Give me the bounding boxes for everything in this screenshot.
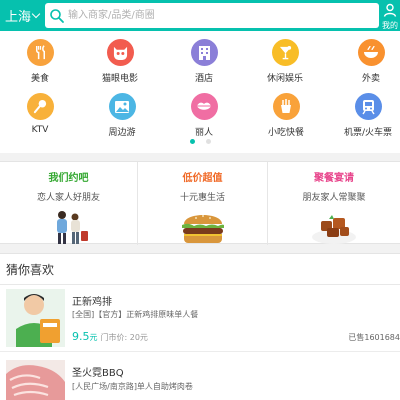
- page-dot-active[interactable]: [189, 139, 195, 144]
- cocktail-icon: [271, 39, 299, 66]
- category-takeout[interactable]: 外卖: [331, 39, 400, 91]
- bbq-meat-photo: [6, 360, 65, 400]
- promo-dating[interactable]: 我们约吧 恋人家人好朋友: [0, 162, 137, 245]
- category-label: 酒店: [194, 74, 213, 84]
- category-food[interactable]: 美食: [0, 39, 80, 91]
- category-label: 外卖: [361, 74, 380, 84]
- page-indicator: [0, 139, 400, 144]
- section-title: 猜你喜欢: [6, 263, 55, 277]
- landscape-icon: [108, 93, 136, 120]
- promo-bargain[interactable]: 低价超值 十元惠生活: [137, 162, 267, 245]
- price-unit: 元: [89, 333, 98, 342]
- mine-label: 我的: [382, 20, 398, 30]
- category-nearby-tour[interactable]: 周边游: [82, 93, 162, 145]
- train-icon: [354, 93, 382, 120]
- category-snack[interactable]: 小吃快餐: [246, 93, 326, 145]
- city-label: 上海: [5, 10, 32, 25]
- deal-description: [人民广场/南京路]单人自助烤肉卷: [72, 382, 193, 391]
- user-icon: [383, 2, 397, 21]
- promo-subtitle: 恋人家人好朋友: [36, 193, 100, 203]
- fork-knife-icon: [26, 39, 54, 66]
- top-bar: 上海 我的: [0, 0, 400, 31]
- deal-item[interactable]: 圣火霓BBQ [人民广场/南京路]单人自助烤肉卷: [0, 352, 400, 400]
- promo-title: 低价超值: [182, 173, 223, 184]
- category-hotel[interactable]: 酒店: [164, 39, 244, 91]
- cat-face-icon: [106, 39, 134, 66]
- promo-subtitle: 朋友家人常聚聚: [302, 193, 366, 203]
- promo-banquet[interactable]: 聚餐宴请 朋友家人常聚聚: [267, 162, 400, 245]
- chevron-down-icon: [31, 9, 41, 19]
- category-grid: 美食 猫眼电影 酒店 休闲娱乐 外卖 KTV 周边游 丽人 小吃快餐 机票/火车…: [0, 31, 400, 153]
- category-leisure[interactable]: 休闲娱乐: [245, 39, 325, 91]
- microphone-icon: [26, 93, 54, 120]
- promo-title: 聚餐宴请: [314, 173, 354, 184]
- deal-item[interactable]: 正新鸡排 [全国]【官方】正新鸡排原味单人餐 9.5元 门市价: 20元 已售16…: [0, 285, 400, 350]
- burger-photo: [178, 209, 228, 245]
- deal-description: [全国]【官方】正新鸡排原味单人餐: [72, 310, 199, 319]
- category-label: 机票/火车票: [343, 128, 393, 138]
- food-bowl-icon: [357, 39, 385, 66]
- promo-strip: 我们约吧 恋人家人好朋友 低价超值 十元惠生活 聚餐宴请 朋友家人常聚聚: [0, 161, 400, 245]
- promo-subtitle: 十元惠生活: [179, 193, 225, 203]
- search-input[interactable]: [68, 4, 368, 27]
- category-label: 猫眼电影: [101, 74, 138, 84]
- category-movie[interactable]: 猫眼电影: [80, 39, 160, 91]
- category-label: 休闲娱乐: [266, 74, 303, 84]
- mine-button[interactable]: 我的: [380, 0, 400, 31]
- braised-dish-photo: [309, 209, 359, 245]
- page-dot[interactable]: [205, 139, 211, 144]
- category-label: 小吃快餐: [267, 128, 304, 138]
- couple-photo: [44, 209, 94, 245]
- category-label: 美食: [30, 74, 49, 84]
- chicken-cutlet-photo: [6, 289, 65, 347]
- category-ktv[interactable]: KTV: [0, 93, 80, 145]
- app-page: 上海 我的 美食 猫眼电影: [0, 0, 400, 400]
- category-tickets[interactable]: 机票/火车票: [328, 93, 400, 145]
- category-label: KTV: [31, 125, 49, 135]
- category-label: 丽人: [194, 128, 213, 138]
- guess-you-like: 猜你喜欢 正新鸡排 [全国]【官方】正新鸡排原味单人餐 9.5元 门市价: 20元…: [0, 253, 400, 400]
- snack-icon: [272, 93, 300, 120]
- category-label: 周边游: [108, 128, 136, 138]
- category-beauty[interactable]: 丽人: [164, 93, 244, 145]
- promo-title: 我们约吧: [48, 173, 89, 184]
- search-icon: [49, 8, 65, 24]
- deal-price: 9.5元 门市价: 20元: [72, 330, 148, 343]
- search-box[interactable]: [45, 3, 379, 28]
- original-price: 门市价: 20元: [100, 333, 148, 342]
- deal-name: 正新鸡排: [72, 297, 112, 308]
- deal-name: 圣火霓BBQ: [72, 368, 124, 379]
- city-selector[interactable]: 上海: [0, 0, 44, 31]
- price-value: 9.5: [72, 330, 90, 343]
- building-icon: [190, 39, 218, 66]
- lips-icon: [190, 93, 218, 120]
- sold-count: 已售1601684: [348, 333, 400, 342]
